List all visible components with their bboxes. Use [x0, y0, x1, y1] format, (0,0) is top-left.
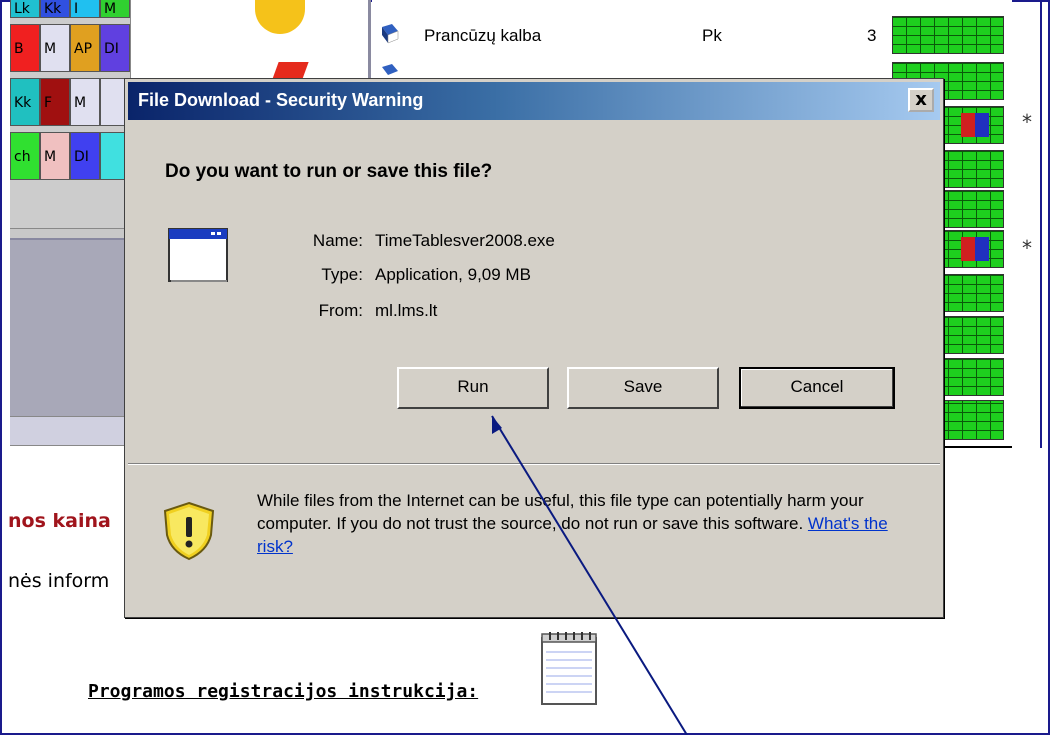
dialog-title: File Download - Security Warning [138, 90, 424, 110]
name-label: Name: [312, 231, 363, 250]
notepad-icon[interactable] [540, 632, 598, 706]
type-value: Application, 9,09 MB [375, 265, 531, 284]
close-icon: x [915, 89, 927, 110]
type-label: Type: [321, 265, 363, 284]
save-button[interactable]: Save [567, 367, 719, 409]
list-item-name: Prancūzų kalba [424, 26, 542, 45]
grid-cell[interactable]: I [70, 0, 100, 18]
grid-cell[interactable]: F [40, 78, 70, 126]
timetable-grid: Lk Kk I M B M AP DI Kk F Mch M DI [10, 0, 130, 228]
grid-cell[interactable]: Lk [10, 0, 40, 18]
grid-cell[interactable]: ch [10, 132, 40, 180]
grid-cell[interactable]: M [70, 78, 100, 126]
from-label: From: [318, 301, 363, 320]
grid-cell[interactable]: DI [100, 24, 130, 72]
list-item[interactable]: Prancūzų kalba Pk 3 [372, 18, 892, 54]
price-heading: nos kaina [8, 510, 111, 532]
dialog-question: Do you want to run or save this file? [165, 161, 493, 182]
right-border [1040, 0, 1042, 448]
grid-cell[interactable]: Kk [10, 78, 40, 126]
list-item-code: Pk [702, 26, 722, 45]
warning-text: While files from the Internet can be use… [257, 489, 907, 558]
grid-cell[interactable]: M [40, 132, 70, 180]
name-value: TimeTablesver2008.exe [375, 231, 555, 250]
dialog-titlebar[interactable]: File Download - Security Warning x [128, 82, 940, 120]
shield-warning-icon [163, 501, 215, 561]
grid-cell[interactable]: DI [70, 132, 100, 180]
from-value: ml.lms.lt [375, 301, 438, 320]
grid-cell[interactable]: AP [70, 24, 100, 72]
info-text: nės inform [8, 570, 110, 592]
file-download-dialog: File Download - Security Warning x Do yo… [124, 78, 944, 618]
registration-instructions-link[interactable]: Programos registracijos instrukcija: [88, 681, 478, 702]
grid-cell[interactable]: M [100, 0, 130, 18]
star-mark: * [1022, 236, 1032, 260]
close-button[interactable]: x [908, 88, 934, 112]
application-icon [168, 228, 228, 282]
list-item-count: 3 [867, 26, 877, 45]
cancel-button[interactable]: Cancel [739, 367, 895, 409]
grid-cell[interactable]: M [40, 24, 70, 72]
star-mark: * [1022, 110, 1032, 134]
book-icon [382, 64, 398, 75]
grid-cell[interactable]: Kk [40, 0, 70, 18]
grid-cell[interactable]: B [10, 24, 40, 72]
list-item[interactable] [372, 58, 892, 78]
dialog-separator [128, 463, 940, 465]
warning-message: While files from the Internet can be use… [257, 491, 864, 533]
run-button[interactable]: Run [397, 367, 549, 409]
progress-bar [892, 16, 1004, 54]
book-icon [382, 24, 399, 44]
